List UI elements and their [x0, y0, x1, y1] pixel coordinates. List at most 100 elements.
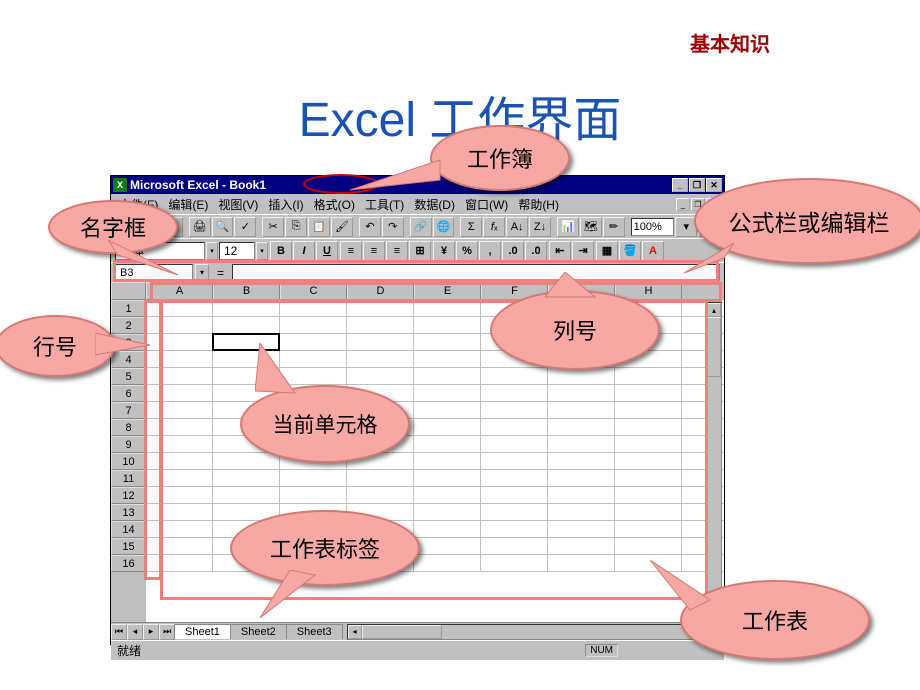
- sheet-tab-2[interactable]: Sheet2: [230, 624, 287, 639]
- cell[interactable]: [414, 436, 481, 453]
- tab-nav-prev[interactable]: ◂: [127, 624, 143, 640]
- row-header-16[interactable]: 16: [111, 555, 146, 572]
- undo-icon[interactable]: ↶: [359, 217, 381, 237]
- cell[interactable]: [548, 453, 615, 470]
- currency-icon[interactable]: ¥: [433, 241, 455, 261]
- minimize-button[interactable]: _: [672, 178, 688, 192]
- sort-asc-icon[interactable]: A↓: [506, 217, 528, 237]
- cell[interactable]: [280, 300, 347, 317]
- cell[interactable]: [347, 470, 414, 487]
- chart-icon[interactable]: 📊: [557, 217, 579, 237]
- cell[interactable]: [414, 555, 481, 572]
- cell[interactable]: [548, 555, 615, 572]
- cell[interactable]: [615, 470, 682, 487]
- cell[interactable]: [146, 419, 213, 436]
- cell[interactable]: [615, 436, 682, 453]
- cell[interactable]: [548, 402, 615, 419]
- autosum-icon[interactable]: Σ: [460, 217, 482, 237]
- cell[interactable]: [146, 521, 213, 538]
- preview-icon[interactable]: 🔍: [212, 217, 234, 237]
- cell[interactable]: [146, 317, 213, 334]
- cell[interactable]: [548, 470, 615, 487]
- col-header-c[interactable]: C: [280, 282, 347, 300]
- horizontal-scrollbar[interactable]: ◂ ▸: [347, 624, 724, 640]
- cell[interactable]: [347, 351, 414, 368]
- format-painter-icon[interactable]: 🖌: [331, 217, 353, 237]
- cell[interactable]: [548, 419, 615, 436]
- function-icon[interactable]: fₓ: [483, 217, 505, 237]
- formula-input[interactable]: [232, 264, 720, 281]
- web-toolbar-icon[interactable]: 🌐: [433, 217, 455, 237]
- align-left-icon[interactable]: ≡: [340, 241, 362, 261]
- cell[interactable]: [481, 419, 548, 436]
- decrease-decimal-icon[interactable]: .0: [525, 241, 547, 261]
- cell[interactable]: [481, 470, 548, 487]
- hyperlink-icon[interactable]: 🔗: [410, 217, 432, 237]
- hscroll-thumb[interactable]: [362, 625, 442, 639]
- cell[interactable]: [481, 453, 548, 470]
- cell[interactable]: [615, 538, 682, 555]
- cell[interactable]: [615, 368, 682, 385]
- cell[interactable]: [347, 300, 414, 317]
- scroll-up-button[interactable]: ▴: [707, 303, 721, 317]
- row-header-1[interactable]: 1: [111, 300, 146, 317]
- align-center-icon[interactable]: ≡: [363, 241, 385, 261]
- name-box-dropdown[interactable]: ▾: [195, 264, 209, 281]
- drawing-icon[interactable]: ✏: [603, 217, 625, 237]
- cell[interactable]: [146, 453, 213, 470]
- cell[interactable]: [481, 436, 548, 453]
- cell[interactable]: [481, 504, 548, 521]
- map-icon[interactable]: 🗺: [580, 217, 602, 237]
- cell[interactable]: [481, 487, 548, 504]
- paste-icon[interactable]: 📋: [308, 217, 330, 237]
- doc-minimize[interactable]: _: [676, 198, 690, 211]
- redo-icon[interactable]: ↷: [382, 217, 404, 237]
- cell[interactable]: [146, 487, 213, 504]
- cell[interactable]: [481, 538, 548, 555]
- cell[interactable]: [414, 334, 481, 351]
- cell[interactable]: [548, 521, 615, 538]
- col-header-b[interactable]: B: [213, 282, 280, 300]
- cell[interactable]: [414, 470, 481, 487]
- sort-desc-icon[interactable]: Z↓: [529, 217, 551, 237]
- cell[interactable]: [615, 487, 682, 504]
- tab-nav-first[interactable]: ⏮: [111, 624, 127, 640]
- cell[interactable]: [615, 504, 682, 521]
- cell[interactable]: [414, 317, 481, 334]
- cell[interactable]: [548, 436, 615, 453]
- cell[interactable]: [213, 317, 280, 334]
- merge-center-icon[interactable]: ⊞: [409, 241, 431, 261]
- cell[interactable]: [146, 538, 213, 555]
- sheet-tab-3[interactable]: Sheet3: [286, 624, 343, 639]
- cell[interactable]: [481, 402, 548, 419]
- menu-window[interactable]: 窗口(W): [461, 195, 512, 214]
- cell[interactable]: [481, 385, 548, 402]
- cell[interactable]: [347, 368, 414, 385]
- comma-icon[interactable]: ,: [479, 241, 501, 261]
- cell[interactable]: [414, 538, 481, 555]
- menu-insert[interactable]: 插入(I): [264, 195, 307, 214]
- cell[interactable]: [548, 538, 615, 555]
- percent-icon[interactable]: %: [456, 241, 478, 261]
- borders-icon[interactable]: ▦: [596, 241, 618, 261]
- cell[interactable]: [615, 521, 682, 538]
- cell[interactable]: [548, 385, 615, 402]
- row-header-15[interactable]: 15: [111, 538, 146, 555]
- cell[interactable]: [481, 368, 548, 385]
- cell[interactable]: [615, 419, 682, 436]
- cell[interactable]: [615, 385, 682, 402]
- cell[interactable]: [414, 300, 481, 317]
- cell[interactable]: [414, 453, 481, 470]
- row-header-9[interactable]: 9: [111, 436, 146, 453]
- menu-view[interactable]: 视图(V): [214, 195, 262, 214]
- cell[interactable]: [481, 555, 548, 572]
- fill-color-icon[interactable]: 🪣: [619, 241, 641, 261]
- zoom-input[interactable]: 100%: [631, 218, 675, 236]
- cell[interactable]: [615, 453, 682, 470]
- increase-decimal-icon[interactable]: .0: [502, 241, 524, 261]
- cell[interactable]: [213, 487, 280, 504]
- font-color-icon[interactable]: A: [642, 241, 664, 261]
- cell[interactable]: [548, 368, 615, 385]
- italic-button[interactable]: I: [293, 241, 315, 261]
- cell[interactable]: [414, 504, 481, 521]
